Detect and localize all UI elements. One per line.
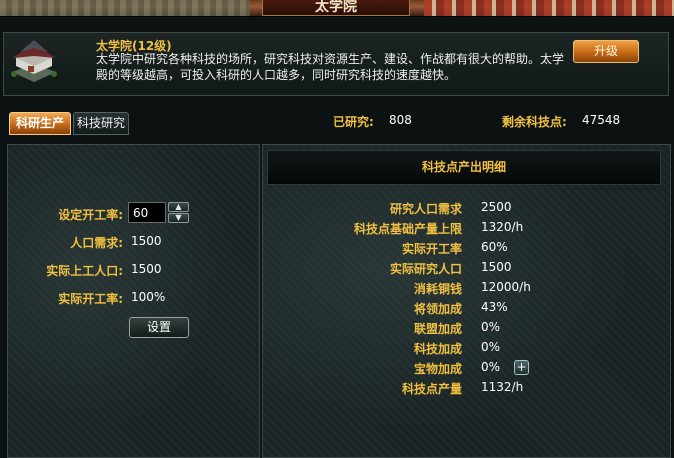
remaining-points-value: 47548 — [582, 113, 621, 127]
actual-rate-value: 100% — [131, 290, 166, 304]
chevron-down-icon[interactable]: ▼ — [168, 213, 189, 223]
upgrade-button[interactable]: 升级 — [573, 40, 639, 63]
detail-label-research-pop: 研究人口需求 — [389, 202, 462, 216]
actual-workers-label: 实际上工人口: — [46, 264, 123, 278]
building-description: 太学院中研究各种科技的场所，研究科技对资源生产、建设、作战都有很大的帮助。太学殿… — [96, 52, 565, 82]
work-rate-input[interactable] — [128, 202, 166, 223]
detail-value-base-cap: 1320/h — [481, 220, 524, 234]
plus-icon[interactable]: + — [514, 360, 529, 375]
scenery-right — [424, 0, 674, 16]
detail-label-alliance-bonus: 联盟加成 — [413, 322, 462, 336]
population-need-label: 人口需求: — [70, 236, 123, 250]
detail-label-tech-bonus: 科技加成 — [413, 342, 462, 356]
tab-research-production[interactable]: 科研生产 — [9, 112, 71, 135]
window-title: 太学院 — [262, 0, 410, 16]
detail-label-treasure-bonus: 宝物加成 — [413, 362, 462, 376]
detail-value-actual-research-pop: 1500 — [481, 260, 512, 274]
population-need-value: 1500 — [131, 234, 162, 248]
detail-value-tech-output: 1132/h — [481, 380, 524, 394]
detail-value-treasure-bonus: 0% — [481, 360, 501, 374]
detail-label-copper-cost: 消耗铜钱 — [413, 282, 462, 296]
tab-tech-research[interactable]: 科技研究 — [73, 112, 129, 135]
actual-workers-value: 1500 — [131, 262, 162, 276]
academy-building-icon — [8, 36, 60, 86]
output-detail-title: 科技点产出明细 — [267, 150, 661, 185]
detail-value-copper-cost: 12000/h — [481, 280, 531, 294]
detail-value-research-pop: 2500 — [481, 200, 512, 214]
scenery-left — [0, 0, 250, 16]
detail-value-actual-rate: 60% — [481, 240, 508, 254]
detail-value-tech-bonus: 0% — [481, 340, 501, 354]
detail-value-general-bonus: 43% — [481, 300, 508, 314]
researched-value: 808 — [389, 113, 412, 127]
chevron-up-icon[interactable]: ▲ — [168, 202, 189, 212]
detail-value-alliance-bonus: 0% — [481, 320, 501, 334]
detail-label-actual-rate: 实际开工率 — [401, 242, 462, 256]
set-button[interactable]: 设置 — [129, 317, 189, 338]
actual-rate-label: 实际开工率: — [58, 292, 123, 306]
detail-label-actual-research-pop: 实际研究人口 — [389, 262, 462, 276]
researched-label: 已研究: — [333, 115, 374, 129]
remaining-points-label: 剩余科技点: — [502, 115, 567, 129]
detail-label-tech-output: 科技点产量 — [401, 382, 462, 396]
detail-label-general-bonus: 将领加成 — [413, 302, 462, 316]
rate-label: 设定开工率: — [58, 208, 123, 222]
detail-label-base-cap: 科技点基础产量上限 — [353, 222, 462, 236]
